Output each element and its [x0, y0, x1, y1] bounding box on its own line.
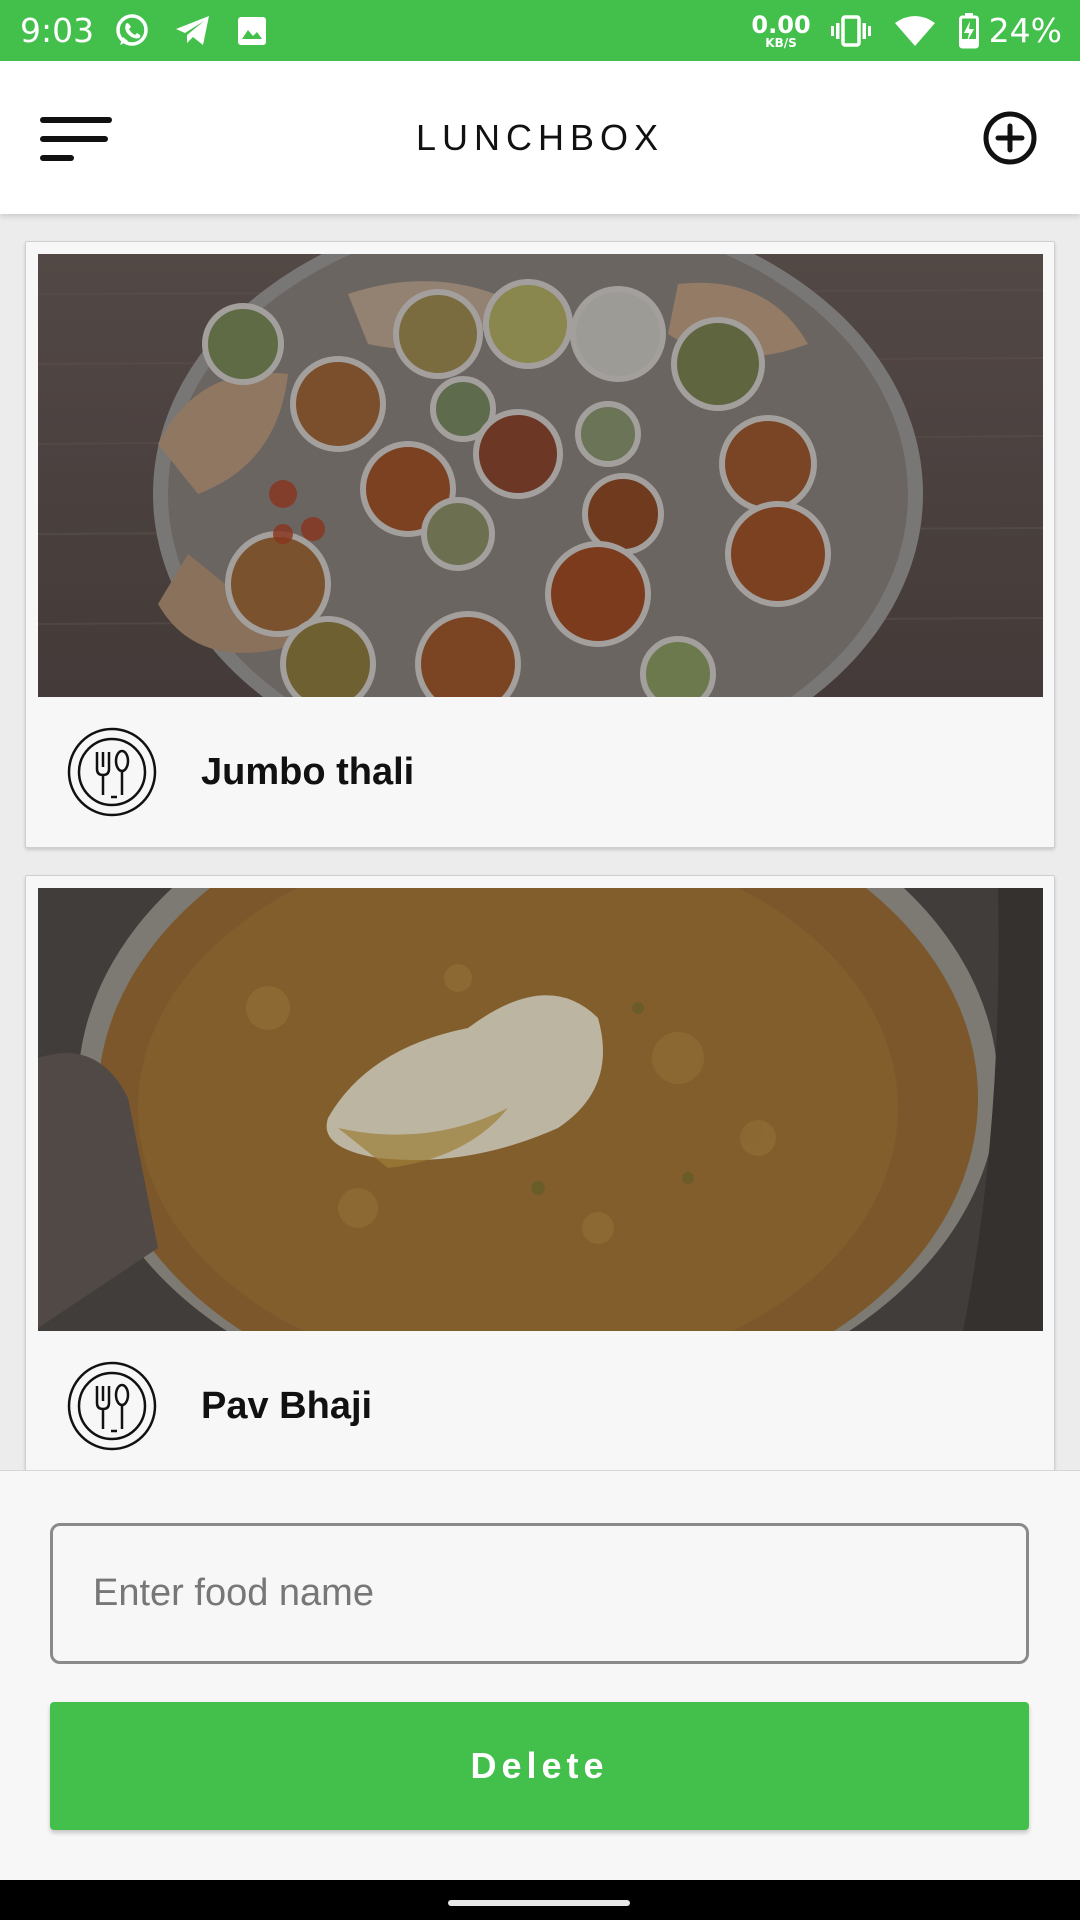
- telegram-icon: [174, 14, 212, 48]
- home-gesture-handle[interactable]: [448, 1900, 630, 1906]
- add-food-button[interactable]: [980, 108, 1040, 168]
- menu-button[interactable]: [40, 109, 120, 169]
- navigation-bar: [0, 1880, 1080, 1920]
- vibrate-icon: [830, 14, 871, 47]
- food-name: Pav Bhaji: [201, 1384, 373, 1427]
- app-bar: LUNCHBOX: [0, 61, 1080, 214]
- network-speed: 0.00 KB/S: [751, 13, 810, 49]
- utensils-icon: [67, 1361, 157, 1451]
- menu-icon-line: [40, 117, 112, 123]
- food-card-footer: Jumbo thali: [26, 697, 1054, 847]
- battery-charging-icon: [958, 12, 979, 49]
- thali-photo: [38, 254, 1043, 697]
- gallery-icon: [236, 15, 268, 47]
- whatsapp-icon: [114, 13, 150, 49]
- pav-bhaji-photo: [38, 888, 1043, 1331]
- food-card-footer: Pav Bhaji: [26, 1331, 1054, 1470]
- network-speed-value: 0.00: [751, 10, 811, 39]
- food-name: Jumbo thali: [201, 750, 415, 793]
- app-title: LUNCHBOX: [415, 116, 665, 158]
- menu-icon-line: [40, 136, 108, 142]
- delete-button[interactable]: Delete: [50, 1702, 1029, 1830]
- food-card[interactable]: Jumbo thali: [25, 241, 1055, 848]
- status-bar: 9:03 0.00 KB/S 24%: [0, 0, 1080, 61]
- network-speed-unit: KB/S: [765, 35, 797, 50]
- menu-icon-line: [40, 155, 74, 161]
- food-name-input[interactable]: [50, 1523, 1029, 1664]
- wifi-icon: [894, 15, 935, 47]
- add-circle-icon: [983, 111, 1037, 165]
- bottom-panel: Delete: [0, 1470, 1080, 1880]
- battery-percent: 24%: [988, 11, 1062, 50]
- food-list: Jumbo thali Pav Bhaji: [0, 214, 1080, 1470]
- utensils-icon: [67, 727, 157, 817]
- food-card[interactable]: Pav Bhaji: [25, 875, 1055, 1470]
- status-time: 9:03: [20, 11, 95, 50]
- lunchbox-screen: 9:03 0.00 KB/S 24% LUNCHBOX Jumbo thali …: [0, 0, 1080, 1920]
